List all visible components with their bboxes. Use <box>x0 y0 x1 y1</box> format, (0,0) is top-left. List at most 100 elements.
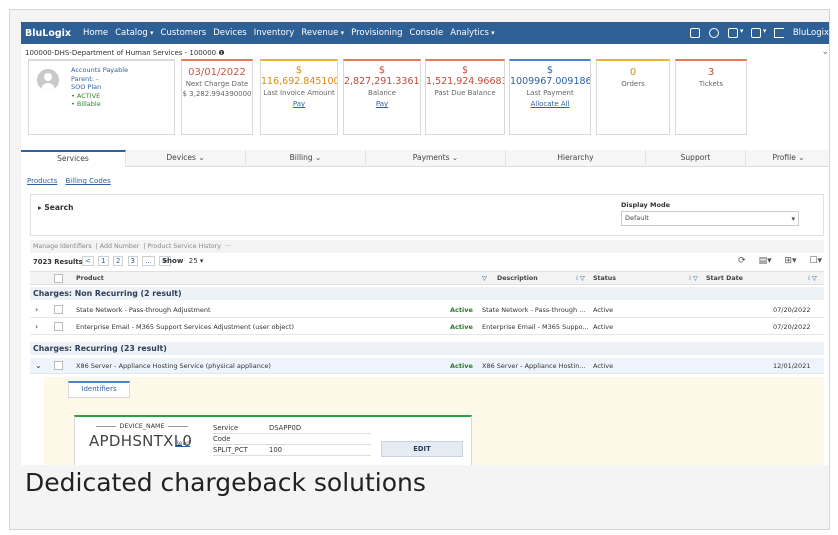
help-icon[interactable] <box>689 28 700 38</box>
tab-profile[interactable]: Profile ⌄ <box>746 150 829 167</box>
search-panel: ▸ Search Display Mode Default <box>30 194 824 236</box>
nav-analytics[interactable]: Analytics <box>450 28 494 38</box>
identifier-card: DEVICE_NAME APDHSNTXL0 Read Service DSAP… <box>74 415 472 465</box>
subtab-products[interactable]: Products <box>27 177 57 185</box>
pager-page-2[interactable]: 2 <box>112 256 124 266</box>
past-due-amount: 1,521,924.9668376 <box>426 76 504 87</box>
edit-button[interactable]: EDIT <box>381 441 463 457</box>
profile-parent: Parent: - <box>71 74 99 83</box>
notification-icon[interactable] <box>708 28 719 38</box>
currency-symbol: $ <box>378 65 386 76</box>
allocate-all-link[interactable]: Allocate All <box>510 100 590 108</box>
pager-prev[interactable]: < <box>82 256 94 266</box>
last-invoice-label: Last Invoice Amount <box>263 89 335 97</box>
nav-home[interactable]: Home <box>83 28 108 38</box>
result-count: 7023 Results <box>33 258 83 266</box>
field-key: Code <box>213 435 231 443</box>
orders-count: 0 <box>629 67 637 78</box>
balance-label: Balance <box>368 89 396 97</box>
next-charge-card: 03/01/2022 Next Charge Date $ 3,282.9943… <box>181 59 253 135</box>
tickets-card[interactable]: 3 Tickets <box>675 59 747 135</box>
next-charge-label: Next Charge Date <box>185 80 249 88</box>
currency-symbol: $ <box>546 65 554 76</box>
balance-card: $ 2,827,291.3361243 Balance Pay <box>343 59 421 135</box>
nav-inventory[interactable]: Inventory <box>254 28 295 38</box>
edit-icon[interactable]: ☐▾ <box>809 256 822 266</box>
product-name[interactable]: X86 Server - Appliance Hosting Service (… <box>76 362 271 370</box>
last-invoice-amount: 116,692.845100000 <box>261 76 337 87</box>
pay-balance-link[interactable]: Pay <box>344 100 420 108</box>
page-size-select[interactable]: 25 ▾ <box>189 257 204 265</box>
product-start-date: 07/20/2022 <box>773 306 811 314</box>
logout-icon[interactable] <box>773 28 784 38</box>
tab-identifiers[interactable]: Identifiers <box>68 381 130 398</box>
document-icon[interactable] <box>750 27 766 38</box>
col-start-date[interactable]: Start Date <box>706 275 743 282</box>
filter-icon[interactable]: ▽ <box>482 275 487 282</box>
nav-revenue[interactable]: Revenue <box>301 28 344 38</box>
nav-console[interactable]: Console <box>410 28 444 38</box>
table-row[interactable]: ⌄ X86 Server - Appliance Hosting Service… <box>30 358 824 374</box>
profile-name[interactable]: Accounts Payable <box>71 66 128 75</box>
pager-page-1[interactable]: 1 <box>98 256 109 266</box>
add-icon[interactable] <box>727 27 743 38</box>
expand-icon[interactable]: › <box>35 305 38 314</box>
user-menu[interactable]: BluLogix <box>793 28 829 38</box>
manage-identifiers-button[interactable]: Manage Identifiers <box>33 243 92 250</box>
tab-hierarchy[interactable]: Hierarchy <box>506 150 646 167</box>
search-toggle[interactable]: ▸ Search <box>38 203 73 212</box>
add-column-icon[interactable]: ⊞▾ <box>784 256 796 266</box>
product-state: Active <box>450 362 473 370</box>
table-row[interactable]: › State Network - Pass-through Adjustmen… <box>30 302 824 318</box>
tickets-count: 3 <box>707 67 715 78</box>
pager-page-3[interactable]: 3 <box>127 256 138 266</box>
nav-devices[interactable]: Devices <box>213 28 247 38</box>
subtab-billing-codes[interactable]: Billing Codes <box>65 177 110 185</box>
product-service-history-button[interactable]: Product Service History <box>147 243 221 250</box>
group-header[interactable]: Charges: Recurring (23 result) <box>30 342 824 355</box>
export-icon[interactable]: ▤▾ <box>759 256 772 266</box>
refresh-icon[interactable]: ⟳ <box>738 256 746 266</box>
select-all-checkbox[interactable] <box>54 274 63 283</box>
nav-provisioning[interactable]: Provisioning <box>351 28 402 38</box>
display-mode-select[interactable]: Default <box>621 211 799 226</box>
col-product[interactable]: Product <box>76 275 104 282</box>
filter-icon[interactable]: ⁞ ▽ <box>689 275 698 282</box>
tickets-label: Tickets <box>698 80 724 88</box>
tab-payments[interactable]: Payments ⌄ <box>366 150 506 167</box>
show-label: Show <box>162 257 184 265</box>
top-nav: BluLogix Home Catalog Customers Devices … <box>21 22 829 44</box>
tab-support[interactable]: Support <box>646 150 746 167</box>
product-name[interactable]: State Network - Pass-through Adjustment <box>76 306 211 314</box>
slide-frame: BluLogix Home Catalog Customers Devices … <box>9 9 830 530</box>
add-number-button[interactable]: Add Number <box>100 243 140 250</box>
filter-icon[interactable]: ⁞ ▽ <box>808 275 817 282</box>
group-header[interactable]: Charges: Non Recurring (2 result) <box>30 287 824 300</box>
product-description: Enterprise Email - M365 Suppo... <box>482 323 589 331</box>
collapse-icon[interactable]: ⌄ <box>821 47 829 57</box>
tab-services[interactable]: Services <box>21 150 126 167</box>
product-name[interactable]: Enterprise Email - M365 Support Services… <box>76 323 294 331</box>
display-mode-value: Default <box>625 214 649 222</box>
brand-logo[interactable]: BluLogix <box>25 28 83 39</box>
row-checkbox[interactable] <box>54 322 63 331</box>
tab-devices[interactable]: Devices ⌄ <box>126 150 246 167</box>
col-status[interactable]: Status <box>593 275 616 282</box>
orders-card[interactable]: 0 Orders <box>596 59 670 135</box>
collapse-row-icon[interactable]: ⌄ <box>35 361 42 370</box>
tab-billing[interactable]: Billing ⌄ <box>246 150 366 167</box>
pager-ellipsis[interactable]: ... <box>142 256 155 266</box>
filter-icon[interactable]: ⁞ ▽ <box>576 275 585 282</box>
read-link[interactable]: Read <box>175 440 190 447</box>
pay-invoice-link[interactable]: Pay <box>261 100 337 108</box>
row-checkbox[interactable] <box>54 361 63 370</box>
table-row[interactable]: › Enterprise Email - M365 Support Servic… <box>30 319 824 335</box>
col-description[interactable]: Description <box>497 275 538 282</box>
product-state: Active <box>450 306 473 314</box>
nav-customers[interactable]: Customers <box>161 28 207 38</box>
expand-icon[interactable]: › <box>35 322 38 331</box>
row-checkbox[interactable] <box>54 305 63 314</box>
nav-catalog[interactable]: Catalog <box>115 28 153 38</box>
more-actions-button[interactable]: ··· <box>225 243 231 250</box>
next-charge-date: 03/01/2022 <box>188 67 246 78</box>
